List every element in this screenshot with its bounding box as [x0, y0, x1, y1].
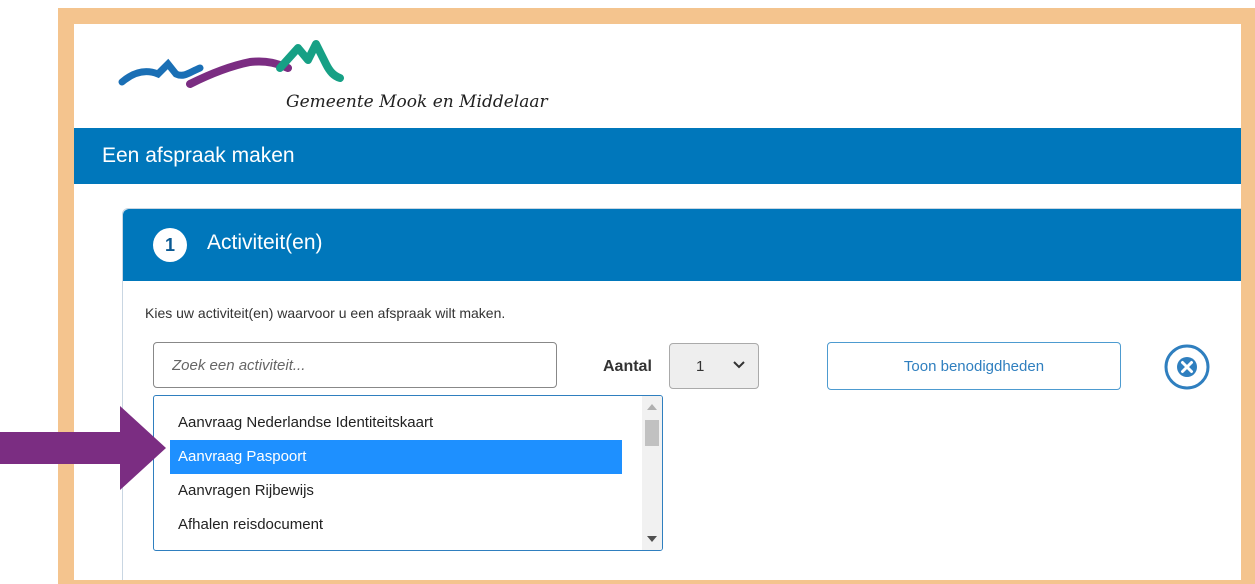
panel-header: 1 Activiteit(en) [123, 209, 1241, 281]
activity-dropdown-list[interactable]: Aanvraag Nederlandse Identiteitskaart Aa… [153, 395, 663, 551]
page-header: Een afspraak maken [74, 128, 1241, 184]
toon-benodigdheden-button[interactable]: Toon benodigdheden [827, 342, 1121, 390]
dropdown-item[interactable]: Aanvragen Rijbewijs [170, 474, 622, 508]
chevron-down-icon [733, 361, 745, 369]
scrollbar-thumb[interactable] [645, 420, 659, 446]
aantal-label: Aantal [603, 358, 652, 375]
dropdown-item-selected[interactable]: Aanvraag Paspoort [170, 440, 622, 474]
step-number-badge: 1 [153, 228, 187, 262]
dropdown-item[interactable]: Afhalen reisdocument [170, 508, 622, 542]
page-viewport: Gemeente Mook en Middelaar Een afspraak … [74, 24, 1241, 580]
scroll-down-icon[interactable] [647, 536, 657, 542]
aantal-value: 1 [696, 358, 705, 375]
aantal-select[interactable]: 1 [669, 343, 759, 389]
dropdown-scrollbar[interactable] [642, 396, 662, 550]
dropdown-item[interactable]: Aanvraag Nederlandse Identiteitskaart [170, 406, 622, 440]
step-title: Activiteit(en) [207, 231, 323, 254]
activity-panel: 1 Activiteit(en) Kies uw activiteit(en) … [122, 208, 1241, 580]
logo-waves-icon [118, 40, 344, 88]
scroll-up-icon[interactable] [647, 404, 657, 410]
search-activity-input[interactable] [153, 342, 557, 388]
logo-text: Gemeente Mook en Middelaar [286, 92, 548, 112]
page-title: Een afspraak maken [102, 144, 295, 167]
municipality-logo[interactable]: Gemeente Mook en Middelaar [118, 34, 548, 124]
close-circle-icon[interactable] [1163, 343, 1211, 391]
instruction-text: Kies uw activiteit(en) waarvoor u een af… [145, 305, 506, 321]
arrow-right-icon [0, 406, 166, 490]
